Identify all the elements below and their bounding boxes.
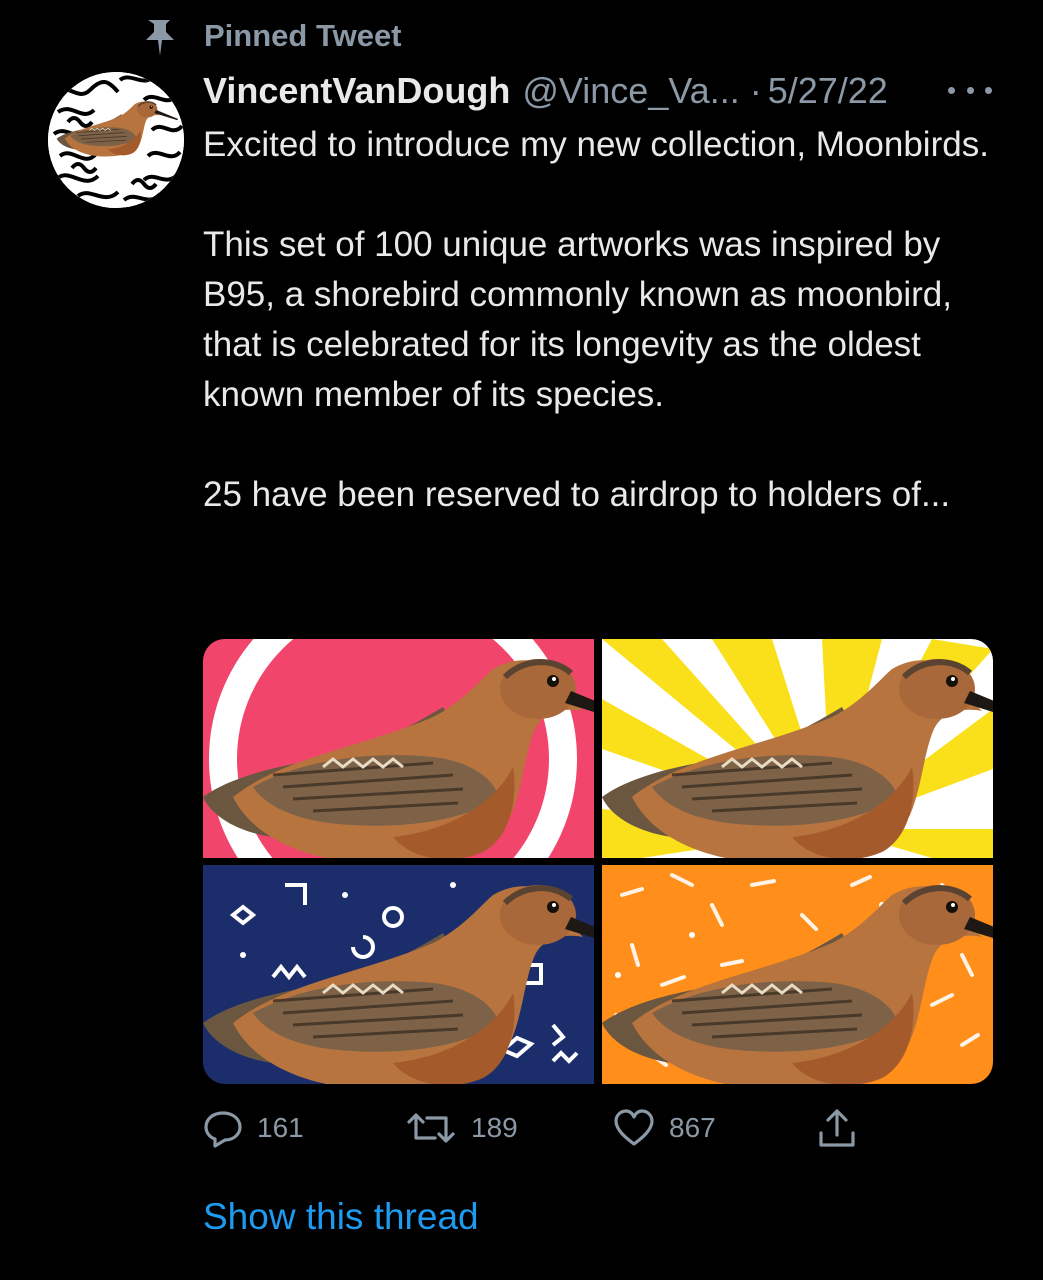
pinned-row: Pinned Tweet xyxy=(140,14,402,58)
tweet-paragraph: 25 have been reserved to airdrop to hold… xyxy=(203,475,951,514)
media-image-1[interactable] xyxy=(203,639,594,858)
separator-dot: · xyxy=(749,70,762,111)
heart-icon xyxy=(614,1109,654,1146)
pin-icon xyxy=(146,20,174,56)
reply-icon xyxy=(204,1111,242,1148)
show-thread-link[interactable]: Show this thread xyxy=(203,1196,479,1238)
reply-button[interactable]: 161 xyxy=(203,1100,304,1156)
retweet-button[interactable]: 189 xyxy=(405,1100,518,1156)
display-name[interactable]: VincentVanDough xyxy=(203,70,510,112)
media-image-3[interactable] xyxy=(203,865,594,1084)
tweet-card[interactable]: Pinned Tweet VincentVanDough @Vince_Va..… xyxy=(0,0,1043,1280)
media-image-4[interactable] xyxy=(602,865,993,1084)
media-grid xyxy=(203,639,993,1084)
retweet-icon xyxy=(407,1113,455,1143)
share-icon xyxy=(819,1109,855,1147)
pinned-label: Pinned Tweet xyxy=(204,18,402,53)
handle[interactable]: @Vince_Va... xyxy=(522,70,739,112)
tweet-header: VincentVanDough @Vince_Va... · 5/27/22 xyxy=(203,68,993,114)
more-icon[interactable] xyxy=(948,75,992,105)
tweet-paragraph: Excited to introduce my new collection, … xyxy=(203,125,989,164)
avatar[interactable] xyxy=(48,72,184,208)
media-image-2[interactable] xyxy=(602,639,993,858)
retweet-count: 189 xyxy=(471,1112,518,1143)
like-button[interactable]: 867 xyxy=(613,1100,716,1156)
avatar-image xyxy=(48,72,184,208)
tweet-text: Excited to introduce my new collection, … xyxy=(203,120,1003,520)
reply-count: 161 xyxy=(257,1112,304,1143)
tweet-paragraph: This set of 100 unique artworks was insp… xyxy=(203,225,952,414)
tweet-date[interactable]: 5/27/22 xyxy=(768,70,888,112)
share-button[interactable] xyxy=(817,1100,857,1156)
action-bar: 161 189 867 xyxy=(203,1100,903,1156)
like-count: 867 xyxy=(669,1112,716,1143)
